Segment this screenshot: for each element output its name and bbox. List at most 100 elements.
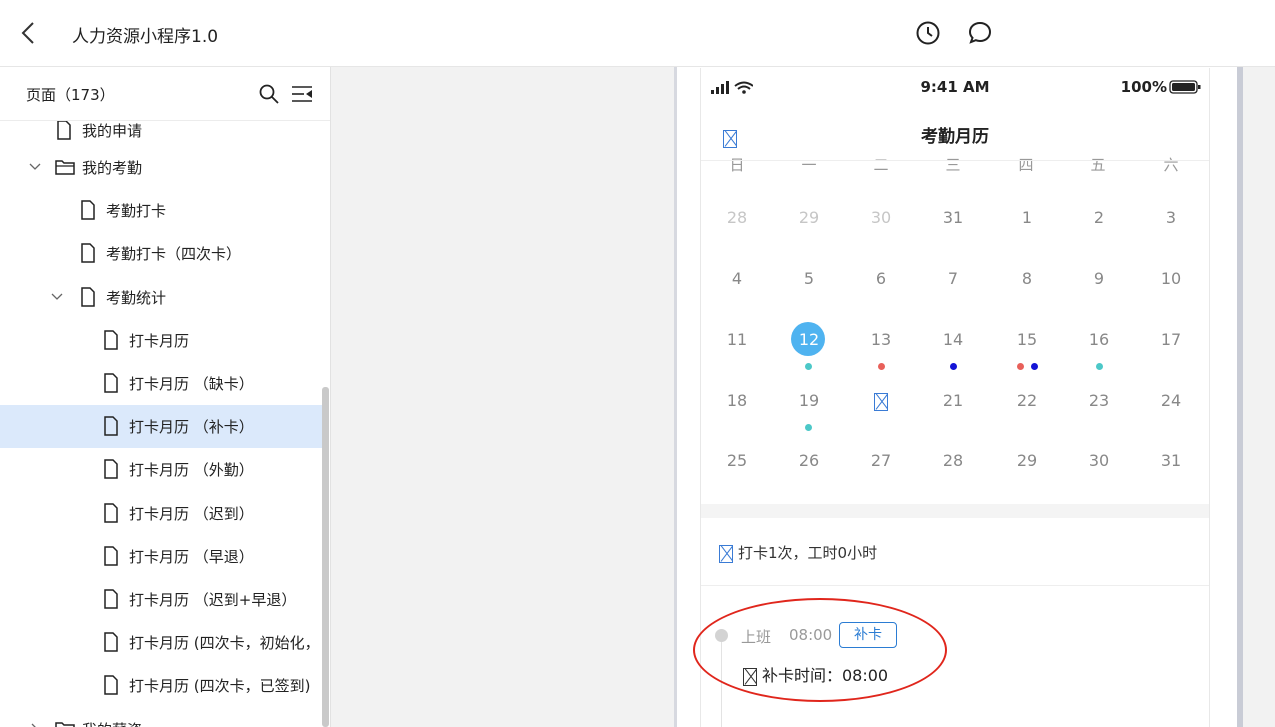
calendar-day[interactable]: 9	[1079, 264, 1119, 294]
file-icon	[104, 416, 118, 436]
calendar-day[interactable]: 29	[789, 203, 829, 233]
tree-item[interactable]: 考勤统计	[0, 276, 322, 319]
file-icon	[104, 589, 118, 609]
calendar-day[interactable]: 6	[861, 264, 901, 294]
tree-item[interactable]: 打卡月历 （迟到）	[0, 492, 322, 535]
file-icon	[104, 503, 118, 523]
calendar-day[interactable]: 30	[1079, 446, 1119, 476]
page-tree: 我的申请 我的考勤 考勤打卡 考勤打卡（四次卡） 考勤统计 打卡月历 打卡月历 …	[0, 121, 330, 727]
tree-item-label: 打卡月历 （早退）	[129, 548, 254, 566]
calendar-day[interactable]: 5	[789, 264, 829, 294]
tree-item-label: 打卡月历 (四次卡，已签到)	[129, 677, 311, 695]
tree-item-label: 打卡月历 (四次卡，初始化，	[129, 634, 320, 652]
attendance-dot-teal	[805, 424, 812, 431]
app-title: 人力资源小程序1.0	[72, 27, 219, 47]
tree-item[interactable]: 打卡月历	[0, 319, 322, 362]
collapse-sidebar-icon[interactable]	[290, 83, 314, 105]
calendar-day[interactable]: 19	[789, 386, 829, 416]
search-icon[interactable]	[258, 83, 280, 105]
calendar-day[interactable]: 13	[861, 325, 901, 355]
file-icon	[104, 632, 118, 652]
calendar-day[interactable]: 18	[717, 386, 757, 416]
tree-item-label: 我的薪资	[82, 719, 142, 727]
calendar-day[interactable]: 15	[1007, 325, 1047, 355]
calendar-day[interactable]: 29	[1007, 446, 1047, 476]
weekday-label: 六	[1163, 156, 1179, 174]
chevron-right-icon[interactable]	[28, 722, 42, 727]
tree-item[interactable]: 打卡月历 （缺卡）	[0, 362, 322, 405]
tree-item[interactable]: 打卡月历 (四次卡，已签到)	[0, 664, 322, 707]
sidebar-header: 页面（173）	[0, 67, 330, 121]
calendar-day[interactable]: 31	[1151, 446, 1191, 476]
battery-percent: 100%	[1120, 78, 1167, 96]
calendar-day[interactable]: 8	[1007, 264, 1047, 294]
calendar-day[interactable]: 28	[717, 203, 757, 233]
attendance-dot-teal	[805, 363, 812, 370]
file-icon	[104, 459, 118, 479]
calendar-day[interactable]: 10	[1151, 264, 1191, 294]
calendar-day[interactable]: 27	[861, 446, 901, 476]
calendar-day[interactable]: 30	[861, 203, 901, 233]
tree-item[interactable]: 打卡月历 (四次卡，初始化，	[0, 621, 322, 664]
daily-summary: 打卡1次，工时0小时	[719, 542, 877, 563]
battery-icon	[1169, 80, 1201, 94]
attendance-dot-red	[878, 363, 885, 370]
calendar-day[interactable]: 26	[789, 446, 829, 476]
tree-item-label: 考勤打卡（四次卡）	[106, 245, 242, 263]
calendar-day[interactable]: 16	[1079, 325, 1119, 355]
file-icon	[57, 121, 71, 140]
file-icon	[104, 546, 118, 566]
tree-item[interactable]: 打卡月历 （外勤）	[0, 448, 322, 491]
tree-item[interactable]: 我的薪资	[0, 708, 322, 727]
calendar-day[interactable]: 11	[717, 325, 757, 355]
tree-item[interactable]: 我的考勤	[0, 146, 322, 189]
calendar-day[interactable]: 22	[1007, 386, 1047, 416]
comment-icon[interactable]	[967, 20, 993, 46]
tree-item[interactable]: 打卡月历 （早退）	[0, 535, 322, 578]
tree-item-label: 考勤打卡	[106, 202, 167, 220]
weekday-label: 四	[1018, 156, 1034, 174]
calendar-day-image-placeholder[interactable]	[861, 386, 901, 416]
file-icon	[81, 243, 95, 263]
timeline-dot	[715, 629, 728, 642]
shift-label: 上班	[741, 628, 772, 646]
tree-item[interactable]: 考勤打卡	[0, 189, 322, 232]
nav-divider	[701, 160, 1209, 161]
calendar-day[interactable]: 1	[1007, 203, 1047, 233]
calendar-day[interactable]: 7	[933, 264, 973, 294]
calendar-day[interactable]: 31	[933, 203, 973, 233]
calendar-day[interactable]: 14	[933, 325, 973, 355]
chevron-down-icon[interactable]	[28, 160, 42, 174]
timeline-line	[721, 642, 722, 727]
calendar-day[interactable]: 24	[1151, 386, 1191, 416]
tree-item-label: 我的考勤	[82, 159, 143, 177]
clock-icon[interactable]	[915, 20, 941, 46]
calendar-day[interactable]: 25	[717, 446, 757, 476]
calendar-day[interactable]: 21	[933, 386, 973, 416]
tree-item-selected[interactable]: 打卡月历 （补卡）	[0, 405, 322, 448]
calendar-day-today[interactable]: 12	[789, 325, 829, 355]
tree-item[interactable]: 打卡月历 （迟到+早退）	[0, 578, 322, 621]
calendar-day[interactable]: 2	[1079, 203, 1119, 233]
attendance-dot-red	[1017, 363, 1024, 370]
tree-item-label: 打卡月历	[129, 332, 190, 350]
status-bar: 9:41 AM 100%	[701, 68, 1209, 108]
sidebar-scrollbar[interactable]	[322, 387, 329, 727]
summary-icon	[719, 544, 733, 563]
calendar-day[interactable]: 17	[1151, 325, 1191, 355]
attendance-dot-blue	[1031, 363, 1038, 370]
chevron-down-icon[interactable]	[50, 290, 64, 304]
file-icon	[104, 330, 118, 350]
makeup-punch-tag[interactable]: 补卡	[839, 622, 897, 648]
phone-preview: 9:41 AM 100% 考勤月历 日 一 二 三 四 五 六 28 29 30…	[700, 68, 1210, 727]
weekday-label: 三	[945, 156, 961, 174]
calendar-day[interactable]: 3	[1151, 203, 1191, 233]
attendance-dot-teal	[1096, 363, 1103, 370]
tree-item-label: 打卡月历 （迟到）	[129, 505, 254, 523]
back-arrow-icon[interactable]	[14, 18, 44, 48]
tree-item[interactable]: 考勤打卡（四次卡）	[0, 232, 322, 275]
calendar-day[interactable]: 23	[1079, 386, 1119, 416]
calendar-day[interactable]: 4	[717, 264, 757, 294]
calendar-day[interactable]: 28	[933, 446, 973, 476]
nav-title: 考勤月历	[921, 127, 989, 147]
